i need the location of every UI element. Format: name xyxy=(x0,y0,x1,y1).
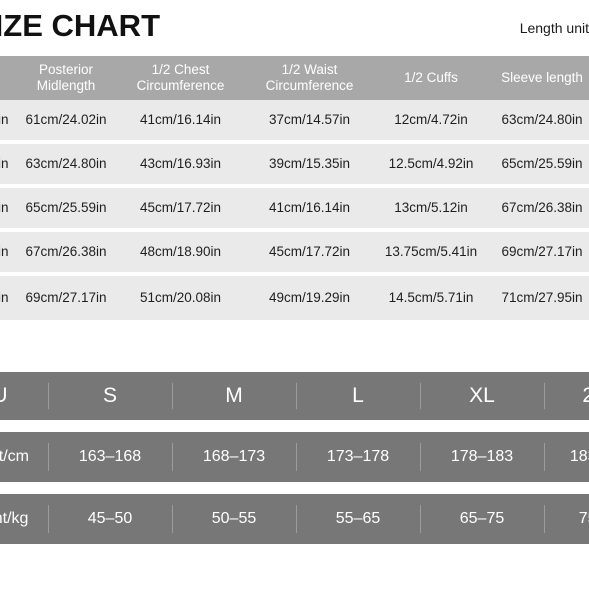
cell-half-cuffs: 14.5cm/5.71in xyxy=(388,290,474,306)
cell-posterior-midlength: 67cm/26.38in xyxy=(25,244,107,260)
cell-posterior-midlength: 65cm/25.59in xyxy=(25,200,107,216)
band-cell-height-xl: 178–183 xyxy=(420,432,544,482)
band-cell-weight-m: 50–55 xyxy=(172,494,296,544)
cell-sleeve-length: 65cm/25.59in xyxy=(501,156,583,172)
band-cell-size-l: L xyxy=(296,372,420,420)
cell-shoulder: 45cm/17.72in xyxy=(0,156,9,172)
band-cell-height-2xl: 183–188 xyxy=(544,432,589,482)
band-label-height-text: Height/cm xyxy=(0,448,30,465)
cell-half-cuffs: 13cm/5.12in xyxy=(394,200,468,216)
measurement-table: Shoulder Posterior Midlength 1/2 Chest C… xyxy=(0,56,589,320)
size-band-row-height: Height/cm 163–168 168–173 173–178 178–18… xyxy=(0,432,589,482)
cell-half-chest: 41cm/16.14in xyxy=(139,112,222,128)
band-cell-size-xl: XL xyxy=(420,372,544,420)
column-header-sleeve-length: Sleeve length xyxy=(501,70,583,86)
cell-half-waist: 39cm/15.35in xyxy=(268,156,351,172)
table-row: 51cm/20.08in 69cm/27.17in 51cm/20.08in 4… xyxy=(0,276,589,320)
band-cell-size-m: M xyxy=(172,372,296,420)
cell-shoulder: 47cm/18.50in xyxy=(0,200,9,216)
table-row: 43cm/16.93in 61cm/24.02in 41cm/16.14in 3… xyxy=(0,100,589,144)
table-row: 47cm/18.50in 65cm/25.59in 45cm/17.72in 4… xyxy=(0,188,589,232)
cell-posterior-midlength: 69cm/27.17in xyxy=(25,290,107,306)
cell-half-waist: 37cm/14.57in xyxy=(268,112,351,128)
cell-half-waist: 45cm/17.72in xyxy=(268,244,351,260)
band-cell-weight-l: 55–65 xyxy=(296,494,420,544)
cell-half-cuffs: 13.75cm/5.41in xyxy=(384,244,478,260)
cell-half-waist: 41cm/16.14in xyxy=(268,200,351,216)
cell-half-chest: 48cm/18.90in xyxy=(139,244,222,260)
cell-shoulder: 43cm/16.93in xyxy=(0,112,9,128)
band-cell-weight-xl: 65–75 xyxy=(420,494,544,544)
band-cell-size-s: S xyxy=(48,372,172,420)
cell-half-chest: 45cm/17.72in xyxy=(139,200,222,216)
cell-sleeve-length: 71cm/27.95in xyxy=(501,290,583,306)
band-cell-size-2xl: 2XL xyxy=(544,372,589,420)
band-cell-height-l: 173–178 xyxy=(296,432,420,482)
column-header-half-cuffs: 1/2 Cuffs xyxy=(404,70,458,86)
band-label-height: Height/cm xyxy=(0,432,48,482)
band-cell-height-m: 168–173 xyxy=(172,432,296,482)
band-label-weight-text: Weight/kg xyxy=(0,510,29,527)
band-label-eu: EU xyxy=(0,372,48,420)
table-row: 45cm/17.72in 63cm/24.80in 43cm/16.93in 3… xyxy=(0,144,589,188)
cell-sleeve-length: 69cm/27.17in xyxy=(501,244,583,260)
size-band-row-sizes: EU S M L XL 2XL xyxy=(0,372,589,420)
table-row: 49cm/19.29in 67cm/26.38in 48cm/18.90in 4… xyxy=(0,232,589,276)
band-cell-weight-s: 45–50 xyxy=(48,494,172,544)
band-cell-height-s: 163–168 xyxy=(48,432,172,482)
cell-half-waist: 49cm/19.29in xyxy=(268,290,351,306)
cell-posterior-midlength: 63cm/24.80in xyxy=(25,156,107,172)
length-unit-note: Length unit: cm/inch xyxy=(519,20,589,36)
cell-half-chest: 51cm/20.08in xyxy=(139,290,222,306)
measurement-table-header-row: Shoulder Posterior Midlength 1/2 Chest C… xyxy=(0,56,589,100)
column-header-posterior-midlength: Posterior Midlength xyxy=(36,62,96,93)
column-header-half-chest-circumference: 1/2 Chest Circumference xyxy=(136,62,225,93)
size-bands: EU S M L XL 2XL Height/cm 163–168 168–17… xyxy=(0,372,589,556)
cell-half-cuffs: 12.5cm/4.92in xyxy=(388,156,474,172)
cell-sleeve-length: 67cm/26.38in xyxy=(501,200,583,216)
cell-half-chest: 43cm/16.93in xyxy=(139,156,222,172)
page-title: SIZE CHART xyxy=(0,8,160,43)
cell-sleeve-length: 63cm/24.80in xyxy=(501,112,583,128)
column-header-half-waist-circumference: 1/2 Waist Circumference xyxy=(265,62,354,93)
column-header-shoulder: Shoulder xyxy=(0,56,14,100)
cell-shoulder: 49cm/19.29in xyxy=(0,244,9,260)
title-bar: SIZE CHART Length unit: cm/inch xyxy=(0,0,589,56)
cell-posterior-midlength: 61cm/24.02in xyxy=(25,112,107,128)
cell-half-cuffs: 12cm/4.72in xyxy=(394,112,468,128)
band-label-eu-text: EU xyxy=(0,384,8,408)
band-cell-weight-2xl: 75–85 xyxy=(544,494,589,544)
cell-shoulder: 51cm/20.08in xyxy=(0,290,9,306)
size-band-row-weight: Weight/kg 45–50 50–55 55–65 65–75 75–85 xyxy=(0,494,589,544)
size-chart-page: SIZE CHART Length unit: cm/inch Shoulder… xyxy=(0,0,589,589)
band-label-weight: Weight/kg xyxy=(0,494,48,544)
